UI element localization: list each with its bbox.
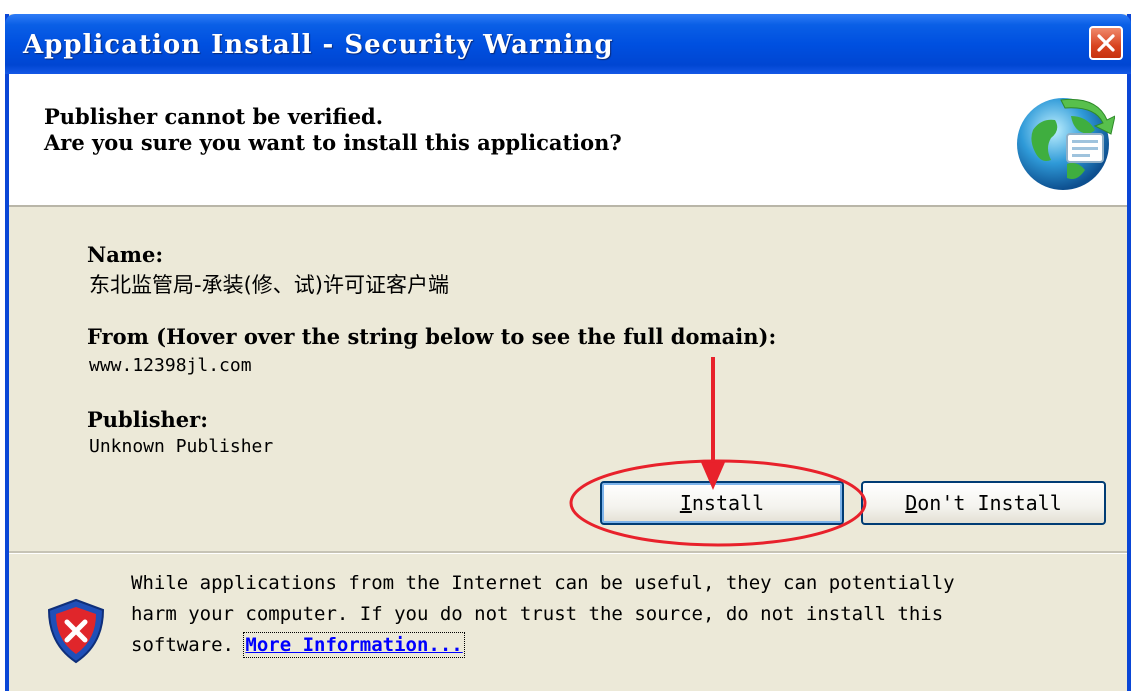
- security-warning-dialog: Application Install - Security Warning P…: [5, 14, 1131, 691]
- header-question: Are you sure you want to install this ap…: [44, 130, 622, 155]
- more-information-link[interactable]: More Information...: [243, 632, 465, 658]
- title-bar[interactable]: Application Install - Security Warning: [5, 14, 1131, 74]
- app-name-value: 东北监管局-承装(修、试)许可证客户端: [89, 273, 449, 297]
- publisher-value: Unknown Publisher: [89, 436, 274, 457]
- domain-value[interactable]: www.12398jl.com: [89, 355, 252, 376]
- warning-text-line-2: harm your computer. If you do not trust …: [131, 603, 944, 625]
- separator: [9, 551, 1127, 554]
- dont-install-button[interactable]: Don't Install: [861, 481, 1106, 525]
- header-panel: Publisher cannot be verified. Are you su…: [9, 74, 1127, 207]
- close-icon: [1097, 34, 1115, 52]
- install-button[interactable]: Install: [600, 481, 844, 525]
- publisher-label: Publisher:: [87, 407, 208, 432]
- header-title: Publisher cannot be verified.: [44, 104, 384, 129]
- window-title: Application Install - Security Warning: [23, 30, 614, 60]
- globe-install-icon: [1017, 98, 1115, 190]
- from-label: From (Hover over the string below to see…: [87, 324, 777, 349]
- shield-warning-icon: [47, 598, 105, 664]
- warning-text-line-1: While applications from the Internet can…: [131, 572, 955, 594]
- warning-text-line-3: software. More Information...: [131, 632, 465, 658]
- close-button[interactable]: [1089, 26, 1123, 60]
- name-label: Name:: [87, 242, 164, 267]
